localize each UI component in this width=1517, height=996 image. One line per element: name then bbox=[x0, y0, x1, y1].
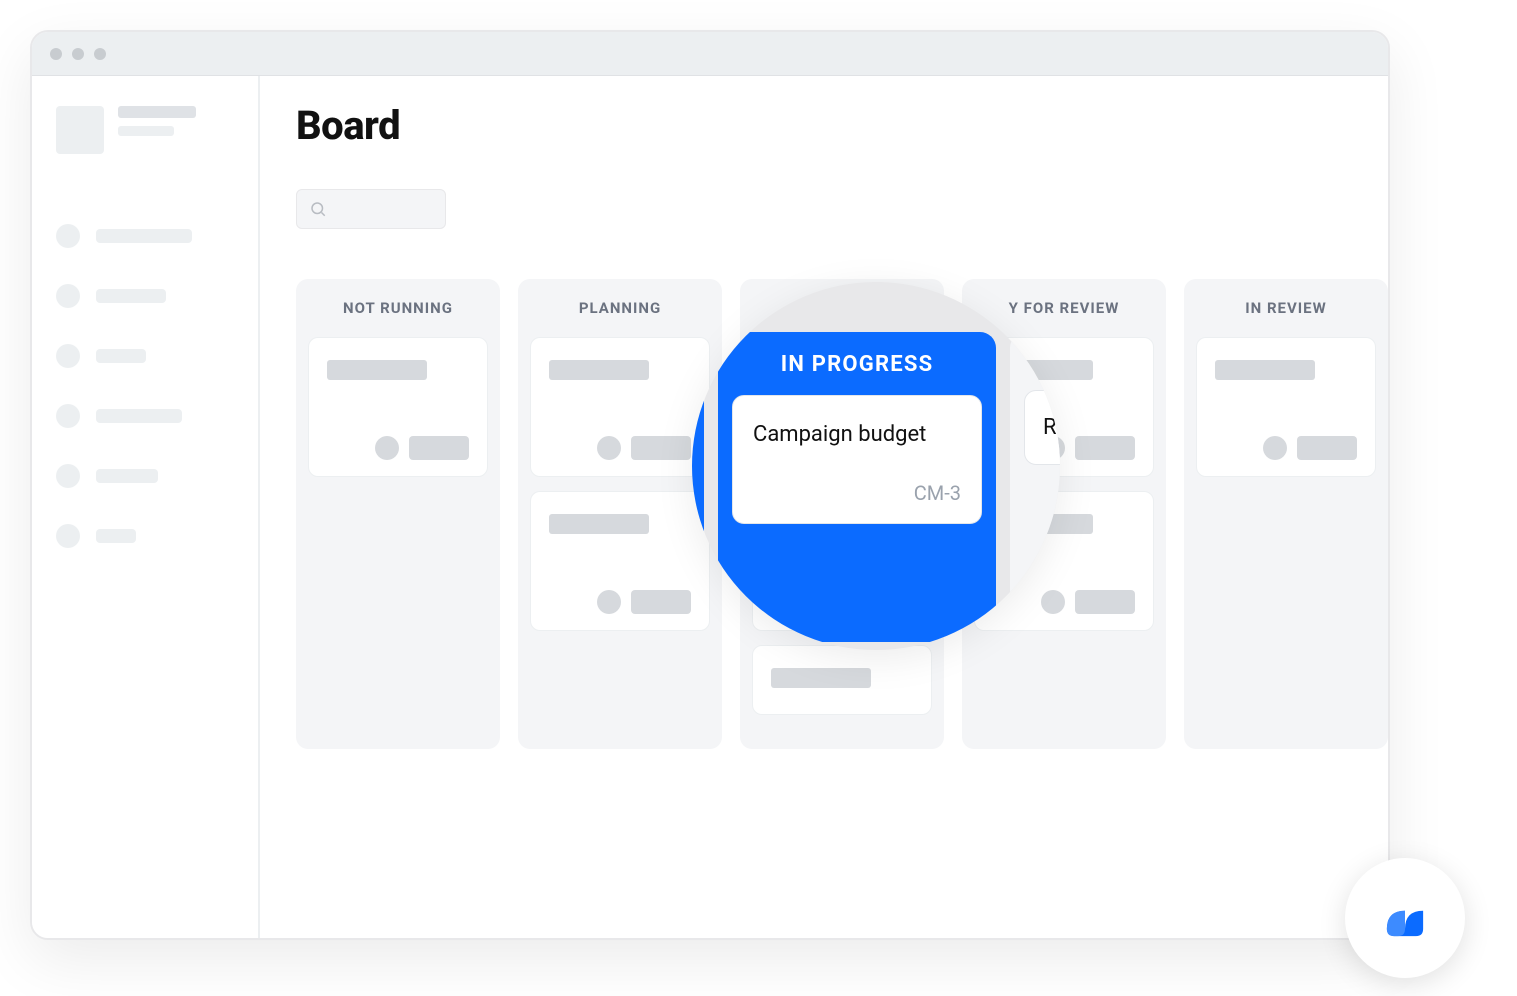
column-header: PLANNING bbox=[530, 299, 710, 317]
column-header: IN REVIEW bbox=[1196, 299, 1376, 317]
board-card[interactable] bbox=[752, 645, 932, 715]
column-header: Y FOR REVIEW bbox=[974, 299, 1154, 317]
magnifier-card-title: Campaign budget bbox=[753, 422, 961, 447]
workspace-sub-placeholder bbox=[118, 126, 174, 136]
magnifier-column-header: IN PROGRESS bbox=[732, 352, 982, 377]
nav-icon bbox=[56, 464, 80, 488]
minimize-dot[interactable] bbox=[72, 48, 84, 60]
magnifier-adjacent-card[interactable]: R bbox=[1024, 390, 1060, 465]
board-card[interactable] bbox=[308, 337, 488, 477]
magnifier-right-column: R bbox=[1010, 332, 1060, 642]
nav-icon bbox=[56, 224, 80, 248]
card-id-placeholder bbox=[631, 436, 691, 460]
board-card[interactable] bbox=[530, 491, 710, 631]
card-avatar-placeholder bbox=[1263, 436, 1287, 460]
card-id-placeholder bbox=[1075, 590, 1135, 614]
card-title-placeholder bbox=[327, 360, 427, 380]
column-header: NOT RUNNING bbox=[308, 299, 488, 317]
nav-label-placeholder bbox=[96, 409, 182, 423]
card-title-placeholder bbox=[549, 514, 649, 534]
nav-icon bbox=[56, 404, 80, 428]
sidebar bbox=[32, 76, 260, 938]
brand-logo-badge bbox=[1345, 858, 1465, 978]
sidebar-item[interactable] bbox=[56, 524, 234, 548]
close-dot[interactable] bbox=[50, 48, 62, 60]
sidebar-item[interactable] bbox=[56, 344, 234, 368]
card-id-placeholder bbox=[631, 590, 691, 614]
board-card[interactable] bbox=[1196, 337, 1376, 477]
window-controls bbox=[50, 48, 106, 60]
search-icon bbox=[309, 200, 327, 218]
app-window: Board NOT RUNNING bbox=[30, 30, 1390, 940]
sidebar-item[interactable] bbox=[56, 284, 234, 308]
page-title: Board bbox=[296, 102, 1388, 149]
brand-logo-icon bbox=[1376, 889, 1434, 947]
magnifier-card-id: CM-3 bbox=[753, 481, 961, 505]
magnifier-column: IN PROGRESS Campaign budget CM-3 bbox=[718, 332, 996, 642]
sidebar-item[interactable] bbox=[56, 404, 234, 428]
nav-icon bbox=[56, 524, 80, 548]
sidebar-item[interactable] bbox=[56, 464, 234, 488]
card-avatar-placeholder bbox=[597, 590, 621, 614]
card-id-placeholder bbox=[1075, 436, 1135, 460]
board-column[interactable]: IN REVIEW bbox=[1184, 279, 1388, 749]
sidebar-item[interactable] bbox=[56, 224, 234, 248]
card-title-placeholder bbox=[771, 668, 871, 688]
sidebar-header bbox=[56, 106, 234, 154]
maximize-dot[interactable] bbox=[94, 48, 106, 60]
nav-label-placeholder bbox=[96, 469, 158, 483]
card-id-placeholder bbox=[1297, 436, 1357, 460]
magnifier-overlay: IN PROGRESS Campaign budget CM-3 R bbox=[692, 282, 1060, 650]
search-input[interactable] bbox=[296, 189, 446, 229]
nav-icon bbox=[56, 284, 80, 308]
workspace-name-placeholder bbox=[118, 106, 196, 118]
magnifier-card[interactable]: Campaign budget CM-3 bbox=[732, 395, 982, 524]
card-avatar-placeholder bbox=[597, 436, 621, 460]
nav-label-placeholder bbox=[96, 349, 146, 363]
board-card[interactable] bbox=[530, 337, 710, 477]
card-id-placeholder bbox=[409, 436, 469, 460]
nav-label-placeholder bbox=[96, 229, 192, 243]
magnifier-left-edge bbox=[692, 332, 704, 642]
titlebar bbox=[32, 32, 1388, 76]
workspace-avatar[interactable] bbox=[56, 106, 104, 154]
board-column[interactable]: NOT RUNNING bbox=[296, 279, 500, 749]
nav-label-placeholder bbox=[96, 529, 136, 543]
card-avatar-placeholder bbox=[375, 436, 399, 460]
nav-icon bbox=[56, 344, 80, 368]
card-title-placeholder bbox=[1215, 360, 1315, 380]
card-title-placeholder bbox=[549, 360, 649, 380]
nav-label-placeholder bbox=[96, 289, 166, 303]
magnifier-adjacent-prefix: R bbox=[1043, 415, 1057, 440]
